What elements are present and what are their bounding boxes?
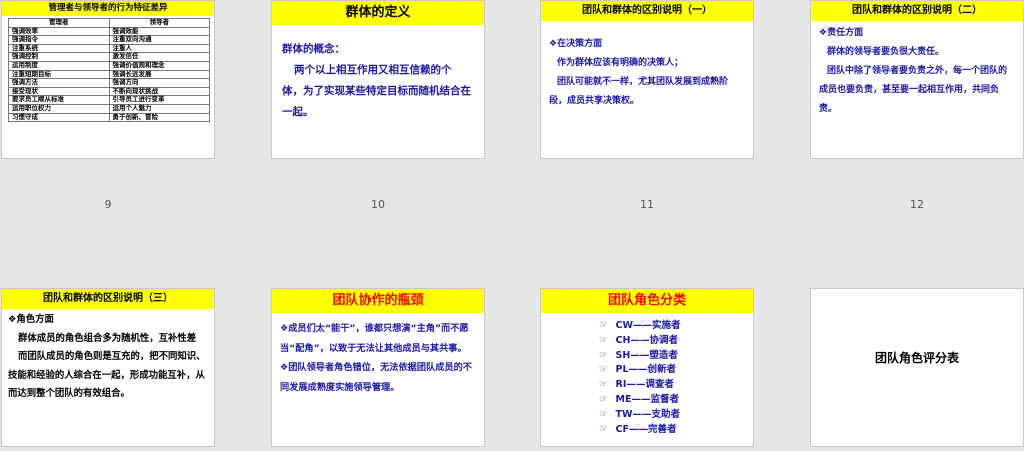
concept-label: 群体的概念： xyxy=(282,43,345,55)
slide-thumbnail-11[interactable]: 团队和群体的区别说明（一） ❖在决策方面 作为群体应该有明确的决策人； 团队可能… xyxy=(540,0,754,159)
paragraph: 团队中除了领导者要负责之外，每一个团队的成员也要负责，甚至要一起相互作用，共同负… xyxy=(819,66,1008,114)
slide-title: 团队角色评分表 xyxy=(874,351,959,365)
slide-body: ❖角色方面 群体成员的角色组合多为随机性，互补性差 而团队成员的角色则是互充的，… xyxy=(2,309,214,404)
section-heading: 责任方面 xyxy=(827,28,864,38)
table-cell: 强调方法 xyxy=(8,78,110,88)
diamond-icon: ❖ xyxy=(819,28,828,38)
section-heading: 角色方面 xyxy=(16,314,54,325)
slide-thumbnail-14[interactable]: 团队协作的瓶颈 ❖成员们太“能干”，谁都只想演“主角”而不愿当“配角”，以致于无… xyxy=(271,288,485,447)
role-item: ☞ ME——监督者 xyxy=(599,393,753,408)
pointing-hand-icon: ☞ xyxy=(599,379,608,391)
paragraph: 而团队成员的角色则是互充的，把不同知识、技能和经验的人综合在一起，形成功能互补，… xyxy=(8,351,206,399)
role-item: ☞ SH——塑造者 xyxy=(599,349,753,364)
slide-thumbnail-9[interactable]: 管理者与领导者的行为特征差异 管理者 领导者 强调效率 强调效能 强调指令 注重双向沟… xyxy=(1,0,215,159)
slide-thumbnail-16[interactable]: 团队角色评分表 xyxy=(810,288,1024,447)
slide-title: 群体的定义 xyxy=(272,1,484,25)
paragraph: 群体的领导者要负很大责任。 xyxy=(827,47,945,57)
table-row: 注重系统 注重人 xyxy=(8,43,210,54)
table-row: 运用职位权力 运用个人魅力 xyxy=(8,103,210,114)
paragraph: 群体成员的角色组合多为随机性，互补性差 xyxy=(18,332,197,344)
slide-title: 团队和群体的区别说明（一） xyxy=(541,1,753,21)
role-item: ☞ RI——调查者 xyxy=(599,378,753,393)
slide-body: ❖在决策方面 作为群体应该有明确的决策人； 团队可能就不一样，尤其团队发展到成熟… xyxy=(541,21,753,111)
pointing-hand-icon: ☞ xyxy=(599,334,608,346)
section-heading: 在决策方面 xyxy=(557,39,603,49)
slide-title: 团队和群体的区别说明（二） xyxy=(811,1,1023,21)
table-cell: 强调方向 xyxy=(108,78,210,88)
role-label: CW——实施者 xyxy=(615,320,681,331)
slide-body: ❖责任方面 群体的领导者要负很大责任。 团队中除了领导者要负责之外，每一个团队的… xyxy=(811,21,1023,119)
slide-number: 9 xyxy=(104,198,112,211)
table-row: 习惯守成 勇于创新、冒险 xyxy=(8,112,210,123)
role-label: SH——塑造者 xyxy=(615,349,678,361)
table-row: 强调方法 强调方向 xyxy=(8,78,210,88)
pointing-hand-icon: ☞ xyxy=(599,393,608,405)
slide-title: 团队和群体的区别说明（三） xyxy=(2,289,214,309)
table-cell: 运用职位权力 xyxy=(8,103,110,114)
table-header: 管理者 xyxy=(8,18,110,28)
role-item: ☞ CF——完善者 xyxy=(599,423,753,438)
role-label: PL——创新者 xyxy=(615,364,677,376)
comparison-table: 管理者 领导者 强调效率 强调效能 强调指令 注重双向沟通 注重系统 注重人 强调控制 激发信… xyxy=(8,18,210,123)
role-label: CF——完善者 xyxy=(615,423,677,435)
role-list: ☞ CW——实施者 ☞ CH——协调者 ☞ SH——塑造者 ☞ PL——创新者 ☞ RI——调查者… xyxy=(541,313,753,437)
slide-thumbnail-12[interactable]: 团队和群体的区别说明（二） ❖责任方面 群体的领导者要负很大责任。 团队中除了领… xyxy=(810,0,1024,159)
pointing-hand-icon: ☞ xyxy=(599,364,608,376)
table-cell: 运用个人魅力 xyxy=(108,103,210,114)
table-cell: 强调价值观和理念 xyxy=(108,60,210,71)
paragraph: 团队可能就不一样，尤其团队发展到成熟阶段，成员共享决策权。 xyxy=(549,77,729,106)
table-row: 运用制度 强调价值观和理念 xyxy=(8,60,210,71)
role-label: ME——监督者 xyxy=(615,393,679,405)
slide-thumbnail-10[interactable]: 群体的定义 群体的概念： 两个以上相互作用又相互信赖的个体，为了实现某些特定目标… xyxy=(271,0,485,159)
role-label: RI——调查者 xyxy=(615,379,674,391)
slide-number: 11 xyxy=(640,198,654,211)
pointing-hand-icon: ☞ xyxy=(599,320,608,331)
table-row: 注重短期目标 强调长远发展 xyxy=(8,69,210,80)
concept-text: 两个以上相互作用又相互信赖的个体，为了实现某些特定目标而随机结合在一起。 xyxy=(282,64,471,118)
slide-number: 12 xyxy=(910,198,924,211)
pointing-hand-icon: ☞ xyxy=(599,349,608,361)
table-row: 强调控制 激发信任 xyxy=(8,52,210,62)
role-item: ☞ PL——创新者 xyxy=(599,363,753,378)
paragraph: 作为群体应该有明确的决策人； xyxy=(557,58,684,68)
table-cell: 勇于创新、冒险 xyxy=(108,112,210,123)
slide-thumbnail-15[interactable]: 团队角色分类 ☞ CW——实施者 ☞ CH——协调者 ☞ SH——塑造者 ☞ PL——创新者 ☞… xyxy=(540,288,754,447)
pointing-hand-icon: ☞ xyxy=(599,423,608,435)
slide-title: 团队协作的瓶颈 xyxy=(272,289,484,313)
table-header: 领导者 xyxy=(108,18,210,28)
diamond-icon: ❖ xyxy=(280,323,289,334)
role-item: ☞ CH——协调者 xyxy=(599,334,753,349)
diamond-icon: ❖ xyxy=(549,39,558,49)
slide-thumbnail-13[interactable]: 团队和群体的区别说明（三） ❖角色方面 群体成员的角色组合多为随机性，互补性差 … xyxy=(1,288,215,447)
table-cell: 强调指令 xyxy=(8,35,110,45)
diamond-icon: ❖ xyxy=(280,362,289,373)
table-row: 强调效率 强调效能 xyxy=(8,26,210,37)
slide-body: ❖成员们太“能干”，谁都只想演“主角”而不愿当“配角”，以致于无法让其他成员与其… xyxy=(272,313,484,397)
table-row: 强调指令 注重双向沟通 xyxy=(8,35,210,45)
pointing-hand-icon: ☞ xyxy=(599,408,608,420)
slide-number: 10 xyxy=(371,198,385,211)
role-item: ☞ TW——支助者 xyxy=(599,408,753,423)
slide-body: 群体的概念： 两个以上相互作用又相互信赖的个体，为了实现某些特定目标而随机结合在… xyxy=(272,25,484,123)
role-label: TW——支助者 xyxy=(615,408,680,420)
bullet-text: 成员们太“能干”，谁都只想演“主角”而不愿当“配角”，以致于无法让其他成员与其共… xyxy=(280,323,469,354)
bullet-text: 团队领导者角色错位，无法依据团队成员的不同发展成熟度实施领导管理。 xyxy=(280,362,472,393)
slide-title: 管理者与领导者的行为特征差异 xyxy=(2,1,214,16)
table-cell: 习惯守成 xyxy=(8,112,110,123)
table-cell: 运用制度 xyxy=(8,60,110,71)
role-item: ☞ CW——实施者 xyxy=(599,319,753,334)
role-label: CH——协调者 xyxy=(615,334,678,346)
table-cell: 注重双向沟通 xyxy=(108,35,210,45)
slide-title: 团队角色分类 xyxy=(541,289,753,313)
